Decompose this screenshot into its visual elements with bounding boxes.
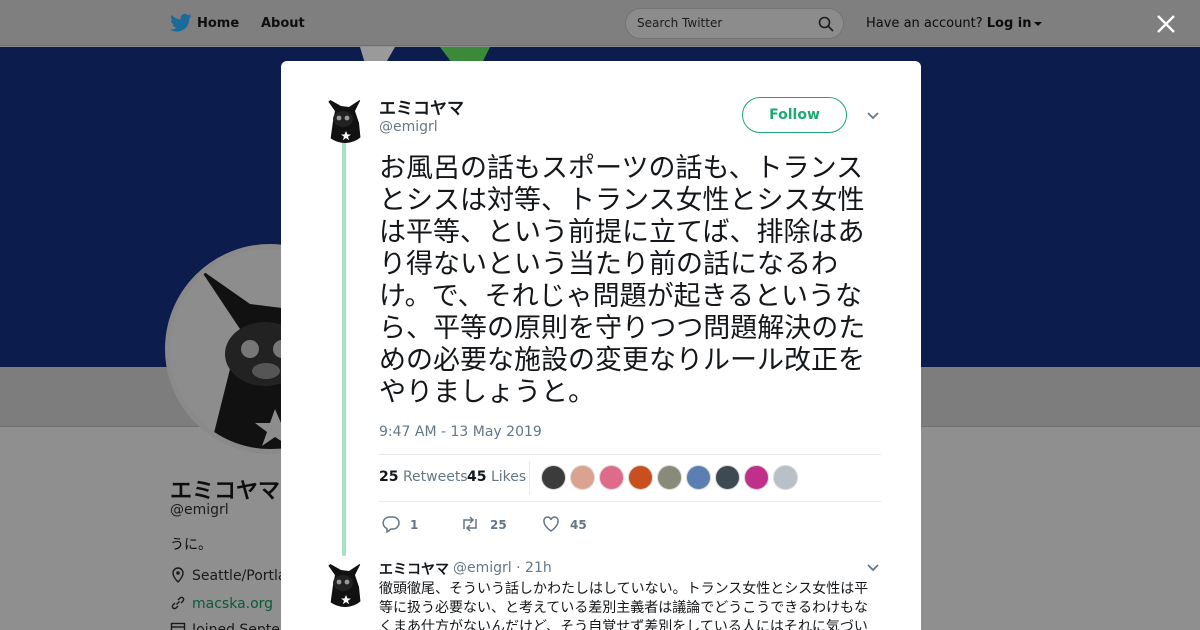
reply-time[interactable]: · 21h [516,560,552,576]
liker-avatar[interactable] [628,465,653,490]
likes-stat[interactable]: 45 Likes [467,469,526,485]
reply-handle[interactable]: @emigrl [453,560,512,576]
tweet-text: お風呂の話もスポーツの話も、トランスとシスは対等、トランス女性とシス女性は平等、… [379,153,866,408]
profile-joined-text: Joined Septem [192,622,294,630]
liker-avatar[interactable] [541,465,566,490]
heart-icon [543,516,559,532]
retweets-stat[interactable]: 25 Retweets [379,469,468,485]
calendar-icon [170,622,186,630]
liker-avatar[interactable] [686,465,711,490]
likes-label: Likes [490,469,527,485]
reply-text: 徹頭徹尾、そういう話しかわたしはしていない。トランス女性とシス女性は平等に扱う必… [379,581,869,630]
stats-divider-top [379,454,881,455]
chevron-down-icon[interactable] [866,111,880,121]
liker-avatar[interactable] [570,465,595,490]
like-action-count: 45 [570,518,587,532]
profile-name: エミコヤマ [170,479,281,504]
close-icon[interactable] [1152,10,1180,38]
profile-link-text[interactable]: macska.org [192,596,273,612]
thread-connector-line [342,141,346,556]
retweet-button[interactable]: 25 [460,515,507,533]
reply-count: 1 [410,518,419,532]
profile-handle: @emigrl [170,502,229,518]
chevron-down-icon[interactable] [1033,21,1042,26]
likes-count: 45 [467,469,487,485]
profile-bio: うに。 [170,537,212,553]
liker-avatars [541,465,802,491]
author-avatar[interactable] [321,95,369,143]
link-icon [171,596,185,610]
retweet-action-count: 25 [490,518,507,532]
liker-avatar[interactable] [744,465,769,490]
reply-meta: @emigrl · 21h [453,560,552,576]
retweet-icon [463,516,477,532]
chihuahua-avatar-icon [321,559,369,607]
tweet-timestamp[interactable]: 9:47 AM - 13 May 2019 [379,424,542,440]
account-prompt-text: Have an account? [866,16,983,31]
liker-avatar[interactable] [599,465,624,490]
profile-link[interactable]: macska.org [170,595,273,612]
reply-display-name[interactable]: エミコヤマ [379,559,449,579]
author-handle[interactable]: @emigrl [379,119,438,135]
nav-about-link[interactable]: About [261,16,305,31]
retweets-label: Retweets [402,469,468,485]
reply-button[interactable]: 1 [382,515,419,534]
nav-home-link[interactable]: Home [197,16,239,31]
author-display-name[interactable]: エミコヤマ [379,94,464,119]
liker-avatar[interactable] [657,465,682,490]
tweet-permalink-modal: エミコヤマ @emigrl Follow お風呂の話もスポーツの話も、トランスと… [281,61,921,630]
profile-joined: Joined Septem [170,621,294,630]
stats-vertical-divider [529,461,530,495]
search-input-placeholder[interactable]: Search Twitter [637,16,722,30]
reply-icon [382,516,400,534]
liker-avatar[interactable] [715,465,740,490]
chevron-down-icon[interactable] [866,563,880,573]
top-navigation-bar: Home About Search Twitter Have an accoun… [0,0,1200,46]
reply-author-avatar[interactable] [321,559,369,607]
like-button[interactable]: 45 [542,515,587,533]
location-pin-icon [172,567,184,583]
follow-button[interactable]: Follow [742,97,847,133]
retweets-count: 25 [379,469,399,485]
login-link[interactable]: Log in [987,16,1032,31]
twitter-bird-icon[interactable] [170,13,192,33]
account-prompt: Have an account? Log in [866,16,1042,31]
search-icon[interactable] [818,16,834,32]
liker-avatar[interactable] [773,465,798,490]
stats-divider-bottom [379,501,881,502]
chihuahua-avatar-icon [321,95,369,143]
search-box[interactable]: Search Twitter [625,8,844,39]
